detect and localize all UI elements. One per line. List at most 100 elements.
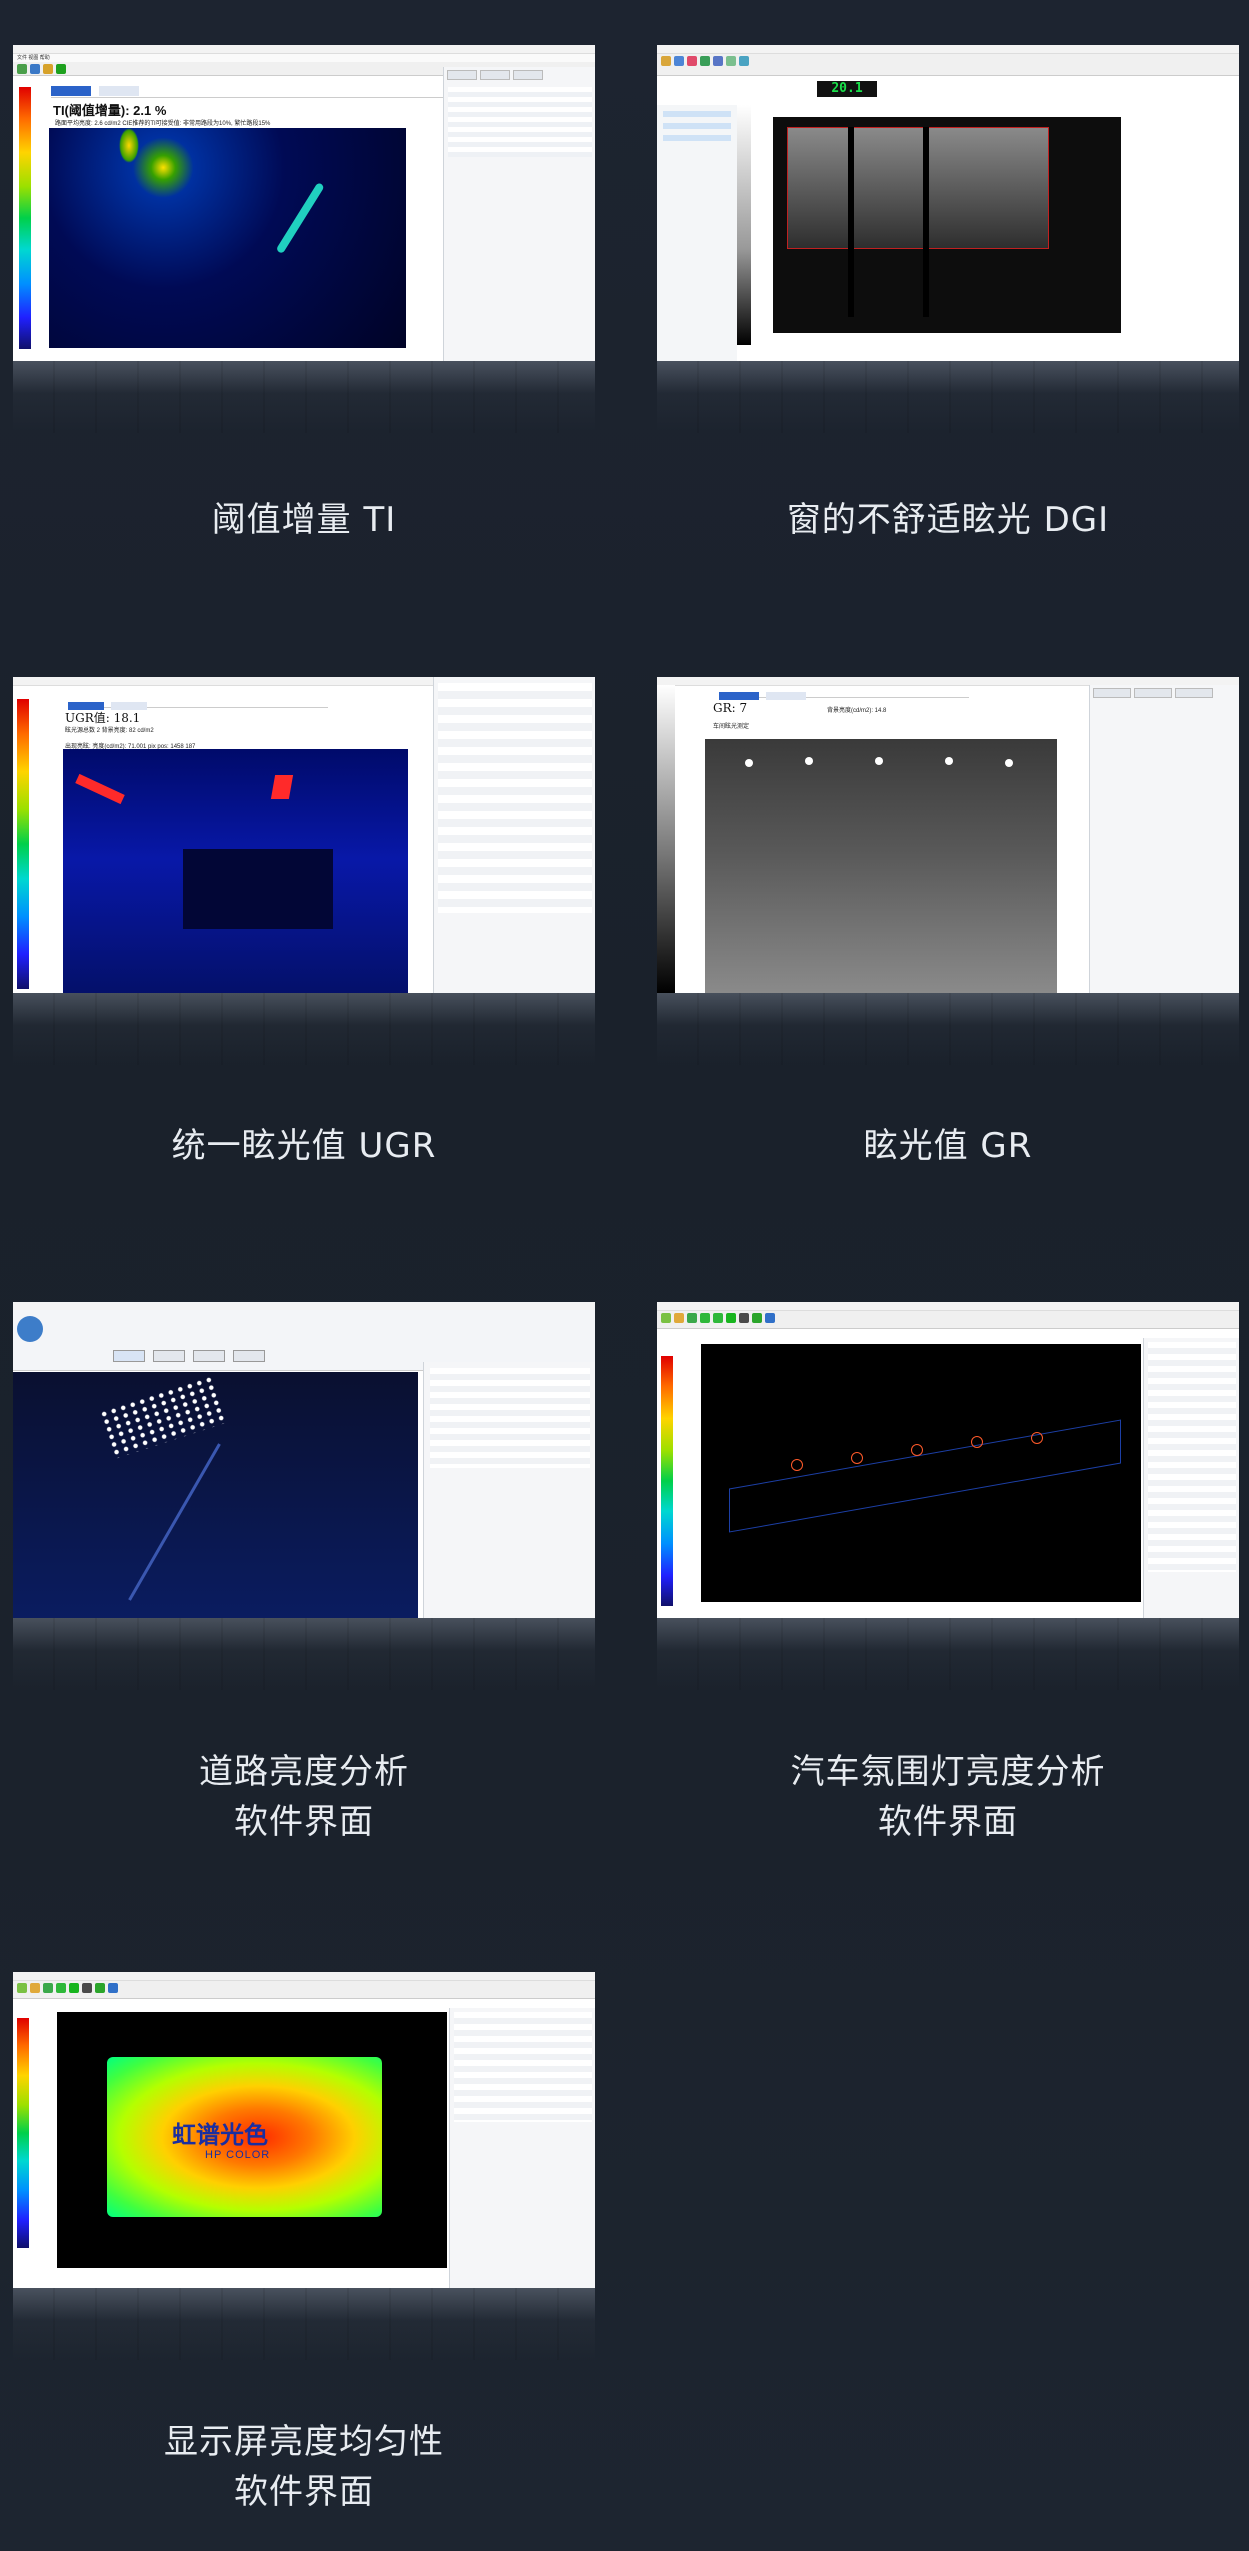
dgi-gray-scale: [737, 105, 751, 345]
toolbar-icon[interactable]: [43, 64, 53, 74]
dgi-toolbar[interactable]: [657, 54, 1239, 76]
gr-sub1: 背景亮度(cd/m2): 14.8: [827, 708, 887, 714]
display-toolbar[interactable]: [13, 1981, 595, 1999]
road-button[interactable]: [113, 1350, 145, 1362]
card-ti[interactable]: 文件 视图 帮助 TI(阈值增量): 2.1 % 路面平均亮度: 2.6 cd/…: [13, 45, 595, 433]
dgi-value-display: 20.1: [817, 81, 877, 97]
dgi-left-panel[interactable]: [657, 105, 737, 361]
toolbar-icon[interactable]: [687, 56, 697, 66]
panel-button[interactable]: [1093, 688, 1131, 698]
dgi-titlebar: [657, 45, 1239, 54]
gr-sub2: 车间眩光测定: [713, 724, 750, 730]
gr-screenshot[interactable]: GR: 7 背景亮度(cd/m2): 14.8 车间眩光测定: [657, 677, 1239, 993]
caption-road-line1: 道路亮度分析: [199, 1752, 409, 1792]
ugr-tabs[interactable]: [68, 697, 328, 710]
toolbar-icon[interactable]: [752, 1313, 762, 1323]
toolbar-icon[interactable]: [30, 1983, 40, 1993]
toolbar-icon[interactable]: [17, 64, 27, 74]
ambient-data-panel[interactable]: [1143, 1338, 1239, 1618]
toolbar-icon[interactable]: [661, 1313, 671, 1323]
ti-data-table[interactable]: [448, 87, 592, 157]
ugr-reflection: [13, 993, 595, 1065]
ambient-toolbar[interactable]: [657, 1311, 1239, 1329]
tab-active[interactable]: [51, 86, 91, 96]
ti-road-image: [49, 128, 406, 348]
display-screenshot[interactable]: 虹谱光色 HP COLOR: [13, 1972, 595, 2288]
panel-button[interactable]: [1134, 688, 1172, 698]
ambient-data-table[interactable]: [1148, 1342, 1236, 1572]
card-road[interactable]: [13, 1302, 595, 1690]
display-heatmap: 虹谱光色 HP COLOR: [107, 2057, 382, 2217]
road-screenshot[interactable]: [13, 1302, 595, 1618]
card-ambient[interactable]: [657, 1302, 1239, 1690]
toolbar-icon[interactable]: [674, 56, 684, 66]
caption-ambient: 汽车氛围灯亮度分析 软件界面: [657, 1747, 1239, 1847]
road-button[interactable]: [153, 1350, 185, 1362]
panel-button[interactable]: [480, 70, 510, 80]
gr-side-panel[interactable]: [1089, 685, 1239, 993]
road-data-table[interactable]: [430, 1368, 590, 1468]
caption-ambient-line1: 汽车氛围灯亮度分析: [790, 1752, 1106, 1792]
panel-button[interactable]: [1175, 688, 1213, 698]
toolbar-icon[interactable]: [43, 1983, 53, 1993]
toolbar-icon[interactable]: [765, 1313, 775, 1323]
ambient-titlebar: [657, 1302, 1239, 1311]
gr-tabs[interactable]: [719, 687, 969, 700]
ugr-screenshot[interactable]: UGR值: 18.1 眩光源总数 2 背景亮度: 82 cd/m2 出现亮眩: …: [13, 677, 595, 993]
toolbar-icon[interactable]: [95, 1983, 105, 1993]
dgi-screenshot[interactable]: 20.1: [657, 45, 1239, 361]
tab-active[interactable]: [719, 692, 759, 700]
road-night-image: [13, 1372, 418, 1618]
ti-menubar: 文件 视图 帮助: [13, 54, 595, 62]
gr-gray-scale: [657, 685, 675, 993]
toolbar-icon[interactable]: [687, 1313, 697, 1323]
display-image: 虹谱光色 HP COLOR: [57, 2012, 447, 2268]
toolbar-icon[interactable]: [739, 1313, 749, 1323]
toolbar-icon[interactable]: [69, 1983, 79, 1993]
card-display[interactable]: 虹谱光色 HP COLOR: [13, 1972, 595, 2360]
card-gr[interactable]: GR: 7 背景亮度(cd/m2): 14.8 车间眩光测定: [657, 677, 1239, 1065]
display-logo-subtext: HP COLOR: [205, 2149, 271, 2161]
road-button[interactable]: [193, 1350, 225, 1362]
card-ugr[interactable]: UGR值: 18.1 眩光源总数 2 背景亮度: 82 cd/m2 出现亮眩: …: [13, 677, 595, 1065]
toolbar-icon[interactable]: [30, 64, 40, 74]
ti-side-panel[interactable]: [443, 67, 595, 361]
ambient-image: [701, 1344, 1141, 1602]
toolbar-icon[interactable]: [739, 56, 749, 66]
caption-road-line2: 软件界面: [234, 1802, 374, 1842]
card-dgi[interactable]: 20.1: [657, 45, 1239, 433]
toolbar-icon[interactable]: [661, 56, 671, 66]
ti-screenshot[interactable]: 文件 视图 帮助 TI(阈值增量): 2.1 % 路面平均亮度: 2.6 cd/…: [13, 45, 595, 361]
display-data-panel[interactable]: [449, 2008, 595, 2288]
panel-button[interactable]: [513, 70, 543, 80]
toolbar-icon[interactable]: [56, 1983, 66, 1993]
toolbar-icon[interactable]: [726, 1313, 736, 1323]
colorbar-scale-icon: [17, 2018, 29, 2248]
toolbar-icon[interactable]: [108, 1983, 118, 1993]
toolbar-icon[interactable]: [700, 1313, 710, 1323]
display-data-table[interactable]: [454, 2012, 592, 2122]
panel-button[interactable]: [447, 70, 477, 80]
road-data-panel[interactable]: [423, 1362, 595, 1618]
toolbar-icon[interactable]: [82, 1983, 92, 1993]
ti-tabs[interactable]: [51, 83, 451, 98]
ugr-side-panel[interactable]: [433, 677, 595, 993]
toolbar-icon[interactable]: [674, 1313, 684, 1323]
ambient-screenshot[interactable]: [657, 1302, 1239, 1618]
caption-ambient-line2: 软件界面: [878, 1802, 1018, 1842]
ti-titlebar: [13, 45, 595, 54]
ti-subheading: 路面平均亮度: 2.6 cd/m2 CIE推荐的TI可接受值: 非常用路段为10…: [55, 121, 271, 127]
logo-icon: [17, 1316, 43, 1342]
toolbar-icon[interactable]: [700, 56, 710, 66]
tab[interactable]: [766, 692, 807, 700]
road-button[interactable]: [233, 1350, 265, 1362]
toolbar-icon[interactable]: [726, 56, 736, 66]
toolbar-icon[interactable]: [713, 1313, 723, 1323]
toolbar-icon[interactable]: [56, 64, 66, 74]
tab[interactable]: [99, 86, 140, 96]
ugr-tree-list[interactable]: [438, 683, 592, 913]
toolbar-icon[interactable]: [17, 1983, 27, 1993]
colorbar-scale-icon: [19, 87, 31, 349]
caption-road: 道路亮度分析 软件界面: [13, 1747, 595, 1847]
toolbar-icon[interactable]: [713, 56, 723, 66]
